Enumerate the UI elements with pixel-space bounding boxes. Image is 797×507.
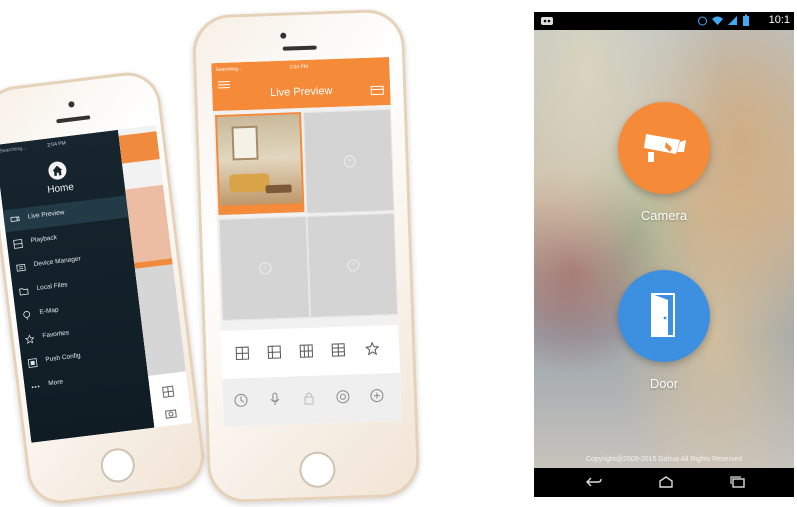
alarm-clock-icon bbox=[697, 15, 708, 26]
menu-item-label: Push Config bbox=[45, 352, 81, 363]
security-camera-icon bbox=[640, 130, 688, 166]
room-window bbox=[231, 126, 258, 161]
status-time: 2:04 PM bbox=[47, 140, 66, 148]
peek-toolbar bbox=[148, 371, 192, 427]
grid-layout-icon[interactable] bbox=[162, 385, 175, 398]
sixteen-view-icon[interactable] bbox=[331, 343, 345, 357]
video-cell-empty[interactable]: + bbox=[219, 216, 311, 321]
status-clock: 10:1 bbox=[769, 14, 790, 26]
folder-icon bbox=[18, 286, 29, 297]
single-view-icon[interactable] bbox=[235, 346, 249, 360]
live-preview-screen: Searching... 2:04 PM Live Preview + + + bbox=[211, 57, 402, 427]
lock-icon[interactable] bbox=[301, 390, 318, 407]
more-icon bbox=[30, 381, 41, 392]
add-channel-icon[interactable]: + bbox=[347, 259, 359, 271]
home-screen: Camera Door Copyright@2009-2015 Dahua Al… bbox=[534, 30, 794, 468]
push-config-icon bbox=[27, 357, 38, 368]
door-icon bbox=[648, 292, 680, 338]
door-button[interactable] bbox=[618, 270, 710, 362]
menu-item-label: E-Map bbox=[39, 307, 59, 316]
video-cell-active[interactable] bbox=[215, 112, 304, 215]
page-title: Live Preview bbox=[212, 83, 390, 101]
menu-item-label: More bbox=[48, 379, 64, 388]
phone-menu-mockup: Searching... 2:04 PM Home Live Preview P… bbox=[0, 69, 208, 507]
device-list-icon[interactable] bbox=[370, 85, 384, 95]
snapshot-icon[interactable] bbox=[164, 407, 177, 420]
star-icon bbox=[24, 334, 35, 345]
copyright-text: Copyright@2009-2015 Dahua All Rights Res… bbox=[534, 456, 794, 463]
nine-view-icon[interactable] bbox=[299, 344, 313, 358]
menu-item-label: Device Manager bbox=[33, 255, 81, 268]
home-icon[interactable] bbox=[47, 161, 67, 181]
live-preview-icon bbox=[10, 215, 21, 226]
phone-live-preview-mockup: Searching... 2:04 PM Live Preview + + + bbox=[192, 8, 421, 503]
camera-button[interactable] bbox=[618, 102, 710, 194]
video-cell-status-bar bbox=[220, 203, 304, 213]
room-table bbox=[266, 184, 292, 193]
status-time: 2:04 PM bbox=[289, 64, 308, 71]
camera-label: Camera bbox=[534, 208, 794, 223]
device-manager-icon bbox=[15, 262, 26, 273]
recent-apps-icon[interactable] bbox=[730, 475, 746, 489]
menu-item-label: Favorites bbox=[42, 329, 69, 339]
android-app-screenshot: 10:1 Camera Door Copyright@2009-2015 Dah… bbox=[534, 12, 794, 497]
android-nav-bar bbox=[534, 468, 794, 497]
menu-item-label: Local Files bbox=[36, 281, 68, 292]
signal-icon bbox=[727, 15, 738, 26]
app-notification-icon bbox=[540, 15, 554, 27]
back-icon[interactable] bbox=[586, 475, 602, 489]
live-preview-header: Searching... 2:04 PM Live Preview bbox=[211, 57, 391, 111]
control-toolbar bbox=[222, 373, 402, 427]
status-text: Searching... bbox=[0, 145, 27, 154]
menu-item-label: Playback bbox=[30, 234, 57, 244]
layout-toolbar bbox=[221, 329, 400, 375]
door-label: Door bbox=[534, 376, 794, 391]
microphone-icon[interactable] bbox=[267, 391, 284, 408]
add-channel-icon[interactable]: + bbox=[344, 155, 356, 167]
room-sofa bbox=[229, 173, 270, 192]
playback-history-icon[interactable] bbox=[233, 392, 250, 409]
status-text: Searching... bbox=[215, 66, 242, 73]
four-view-icon[interactable] bbox=[267, 345, 281, 359]
peek-header bbox=[119, 131, 160, 163]
playback-icon bbox=[12, 238, 23, 249]
android-status-bar: 10:1 bbox=[534, 12, 794, 30]
camera-feed-image bbox=[215, 112, 304, 215]
battery-icon bbox=[742, 14, 750, 27]
video-cell-empty[interactable]: + bbox=[303, 109, 395, 214]
map-pin-icon bbox=[21, 310, 32, 321]
ptz-control-icon[interactable] bbox=[335, 389, 352, 406]
add-channel-icon[interactable]: + bbox=[259, 262, 271, 274]
video-grid: + + + bbox=[213, 105, 399, 331]
home-nav-icon[interactable] bbox=[658, 475, 674, 489]
alarm-output-icon[interactable] bbox=[369, 387, 386, 404]
wifi-icon bbox=[711, 15, 724, 26]
video-cell-empty[interactable]: + bbox=[307, 213, 399, 318]
menu-item-label: Live Preview bbox=[27, 209, 64, 220]
favorite-star-icon[interactable] bbox=[365, 342, 379, 356]
